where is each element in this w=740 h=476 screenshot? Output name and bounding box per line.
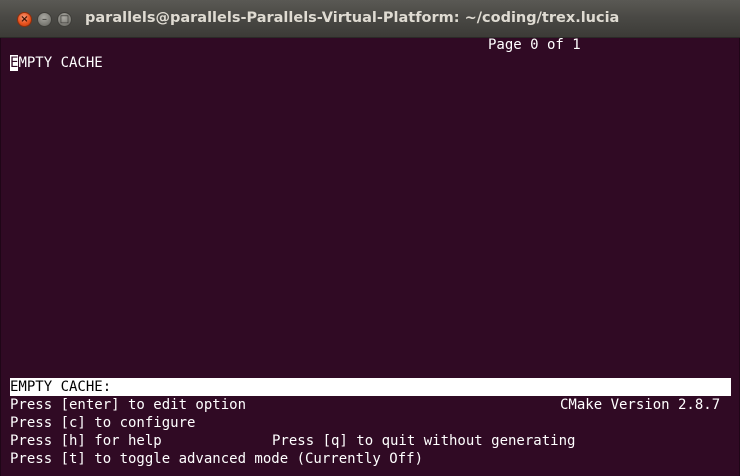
cache-entry-label: MPTY CACHE — [18, 55, 103, 71]
status-bar: EMPTY CACHE: — [10, 378, 731, 396]
terminal-area[interactable]: Page 0 of 1 EMPTY CACHE EMPTY CACHE: Pre… — [0, 37, 740, 476]
minimize-icon[interactable]: – — [37, 12, 52, 27]
title-bar[interactable]: × – □ parallels@parallels-Parallels-Virt… — [0, 0, 740, 38]
help-edit-option: Press [enter] to edit option — [10, 397, 247, 413]
maximize-icon[interactable]: □ — [57, 12, 72, 27]
window-title: parallels@parallels-Parallels-Virtual-Pl… — [85, 10, 620, 26]
close-icon[interactable]: × — [17, 12, 32, 27]
help-toggle-advanced: Press [t] to toggle advanced mode (Curre… — [10, 451, 424, 467]
help-configure: Press [c] to configure — [10, 415, 196, 431]
help-quit: Press [q] to quit without generating — [272, 433, 576, 449]
help-help: Press [h] for help — [10, 433, 162, 449]
cmake-version: CMake Version 2.8.7 — [560, 397, 721, 413]
cache-entry-row[interactable]: EMPTY CACHE — [10, 54, 103, 72]
page-indicator: Page 0 of 1 — [488, 37, 581, 53]
terminal-window: × – □ parallels@parallels-Parallels-Virt… — [0, 0, 740, 476]
